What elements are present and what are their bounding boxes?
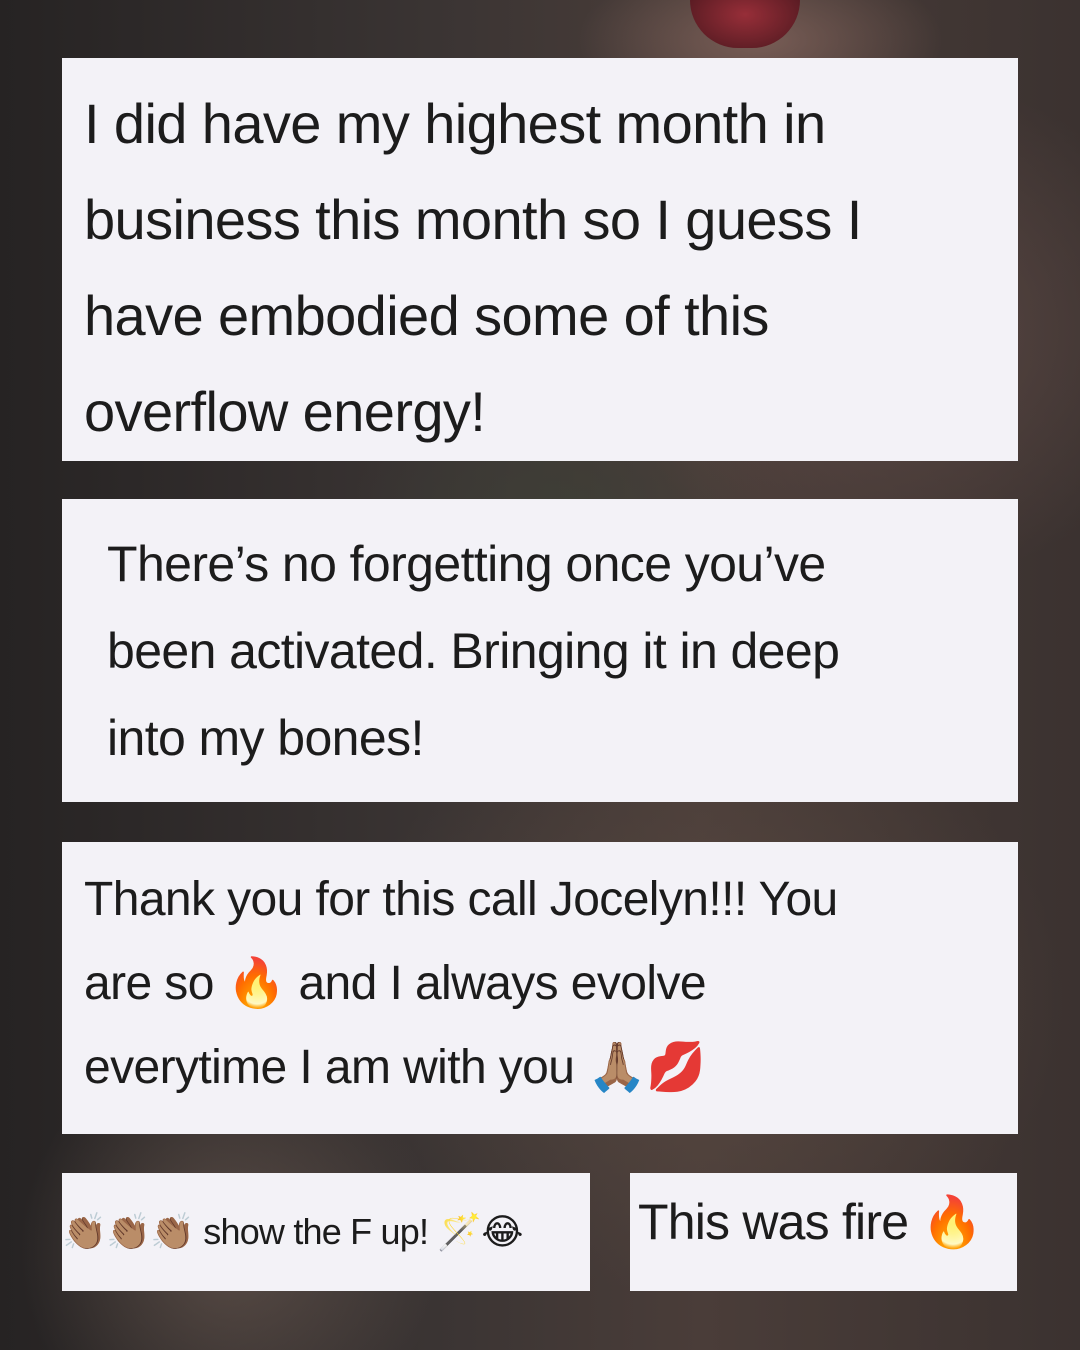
comment-card-fire: This was fire 🔥	[630, 1173, 1017, 1291]
comment-text: 👏🏽👏🏽👏🏽 show the F up! 🪄😂	[62, 1211, 524, 1252]
comment-text: Thank you for this call Jocelyn!!! You a…	[84, 873, 838, 1094]
comment-text: I did have my highest month in business …	[84, 92, 862, 443]
comment-text: This was fire 🔥	[638, 1194, 984, 1250]
comment-card-activated: There’s no forgetting once you’ve been a…	[62, 499, 1018, 802]
comment-text: There’s no forgetting once you’ve been a…	[107, 536, 840, 766]
comment-card-thank-you: Thank you for this call Jocelyn!!! You a…	[62, 842, 1018, 1134]
comment-card-highest-month: I did have my highest month in business …	[62, 58, 1018, 461]
comment-card-show-up: 👏🏽👏🏽👏🏽 show the F up! 🪄😂	[62, 1173, 590, 1291]
